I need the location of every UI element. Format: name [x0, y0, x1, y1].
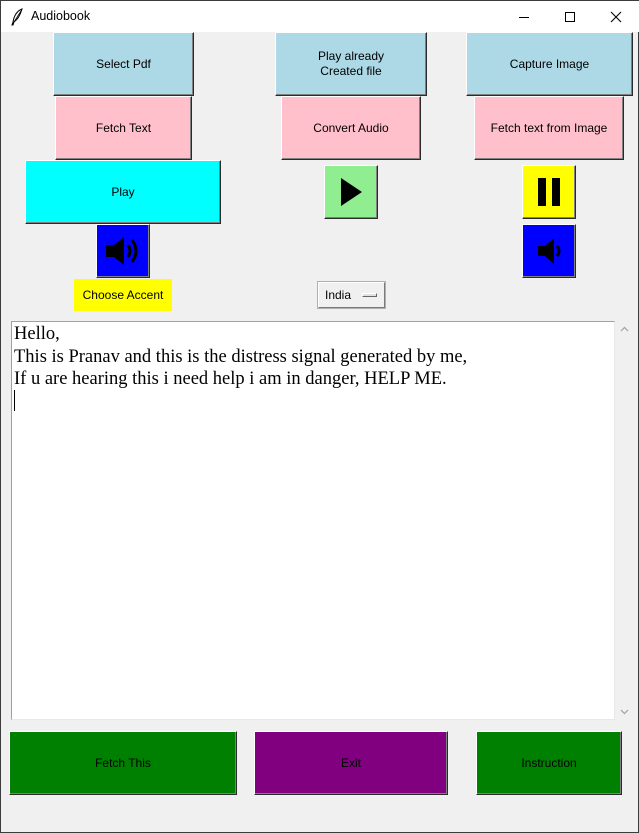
- text-content: Hello, This is Pranav and this is the di…: [14, 324, 468, 389]
- instruction-button[interactable]: Instruction: [476, 731, 622, 795]
- feather-icon: [10, 8, 24, 26]
- dropdown-indicator-icon: [362, 293, 377, 297]
- capture-image-button[interactable]: Capture Image: [466, 32, 633, 96]
- play-icon: [341, 178, 362, 206]
- chevron-up-icon: [620, 326, 628, 332]
- play-created-file-button[interactable]: Play already Created file: [275, 32, 427, 96]
- text-caret: [14, 390, 15, 411]
- maximize-button[interactable]: [547, 1, 593, 32]
- play-button[interactable]: Play: [25, 160, 221, 224]
- vertical-scrollbar[interactable]: [616, 321, 632, 720]
- speaker-soft-icon: [538, 238, 561, 264]
- select-pdf-button[interactable]: Select Pdf: [53, 32, 194, 96]
- minimize-icon: [519, 16, 529, 18]
- scroll-down-button[interactable]: [616, 704, 632, 720]
- window-title: Audiobook: [31, 9, 91, 23]
- close-button[interactable]: [593, 1, 639, 32]
- chevron-down-icon: [620, 709, 628, 715]
- fetch-text-from-image-button[interactable]: Fetch text from Image: [474, 96, 624, 160]
- volume-up-button[interactable]: [96, 224, 150, 278]
- fetch-text-button[interactable]: Fetch Text: [55, 96, 192, 160]
- convert-audio-button[interactable]: Convert Audio: [281, 96, 421, 160]
- pause-button[interactable]: [522, 165, 576, 219]
- exit-button[interactable]: Exit: [254, 731, 448, 795]
- minimize-button[interactable]: [501, 1, 547, 32]
- app-window: Audiobook Select Pdf Play already Create…: [0, 0, 639, 833]
- title-bar: Audiobook: [1, 0, 639, 32]
- accent-dropdown[interactable]: India: [318, 282, 385, 308]
- text-area[interactable]: Hello, This is Pranav and this is the di…: [11, 321, 615, 720]
- play-audio-button[interactable]: [324, 165, 378, 219]
- speaker-loud-icon: [106, 237, 138, 265]
- maximize-icon: [565, 11, 575, 22]
- scroll-up-button[interactable]: [616, 321, 632, 337]
- accent-selected-value: India: [325, 288, 352, 302]
- fetch-this-button[interactable]: Fetch This: [9, 731, 237, 795]
- choose-accent-label: Choose Accent: [74, 279, 172, 311]
- volume-down-button[interactable]: [522, 224, 576, 278]
- pause-icon: [538, 178, 560, 206]
- close-icon: [610, 11, 622, 22]
